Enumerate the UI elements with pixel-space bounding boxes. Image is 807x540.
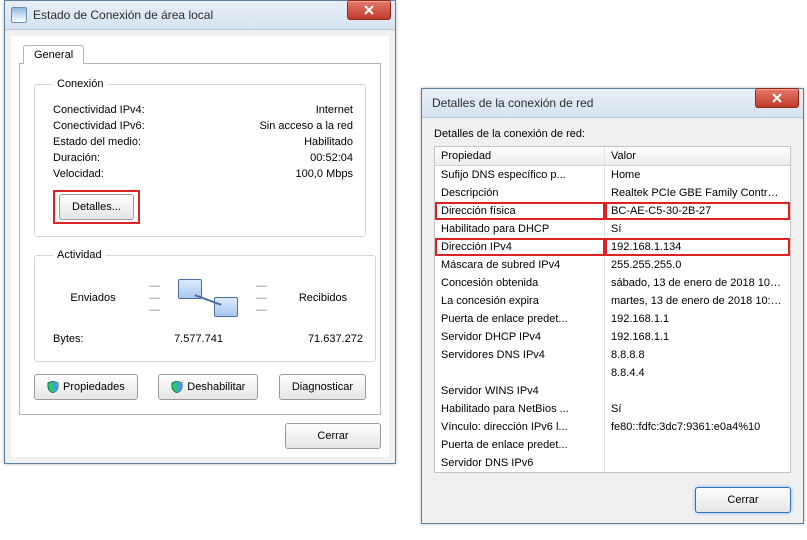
details-row-key: Vínculo: dirección IPv6 l... xyxy=(435,418,605,436)
status-row: Estado del medio: Habilitado xyxy=(53,136,353,148)
close-button[interactable] xyxy=(755,88,799,108)
details-row-key: Servidor DNS IPv6 xyxy=(435,454,605,472)
tab-panel: Conexión Conectividad IPv4:InternetConec… xyxy=(19,63,381,415)
properties-button-label: Propiedades xyxy=(63,381,125,393)
col-header-value[interactable]: Valor xyxy=(605,147,790,166)
details-button[interactable]: Detalles... xyxy=(59,194,134,220)
details-row-key: Habilitado para NetBios ... xyxy=(435,400,605,418)
diagnose-button-label: Diagnosticar xyxy=(292,381,353,393)
status-row: Velocidad: 100,0 Mbps xyxy=(53,168,353,180)
details-row-val: Realtek PCIe GBE Family Controller xyxy=(605,184,790,202)
sent-bytes: 7.577.741 xyxy=(113,333,223,345)
details-row-val xyxy=(605,382,790,400)
status-row: Duración: 00:52:04 xyxy=(53,152,353,164)
details-row-key: La concesión expira xyxy=(435,292,605,310)
status-row: Conectividad IPv6: Sin acceso a la red xyxy=(53,120,353,132)
details-row-val: 255.255.255.0 xyxy=(605,256,790,274)
details-heading: Detalles de la conexión de red: xyxy=(434,128,791,140)
details-row-key: Servidor DHCP IPv4 xyxy=(435,328,605,346)
details-row-key: Puerta de enlace predet... xyxy=(435,310,605,328)
disable-button[interactable]: Deshabilitar xyxy=(158,374,258,400)
tab-strip: General xyxy=(23,44,381,63)
properties-button[interactable]: Propiedades xyxy=(34,374,138,400)
details-row-val: 192.168.1.134 xyxy=(605,238,790,256)
details-row-val: Sí xyxy=(605,220,790,238)
sent-label: Enviados xyxy=(53,292,133,304)
details-row-key: Servidores DNS IPv4 xyxy=(435,346,605,364)
details-row-key: Dirección física xyxy=(435,202,605,220)
bytes-label: Bytes: xyxy=(53,333,113,345)
group-connection: Conexión Conectividad IPv4:InternetConec… xyxy=(34,78,366,237)
recv-label: Recibidos xyxy=(283,292,363,304)
details-row-key: Descripción xyxy=(435,184,605,202)
close-icon xyxy=(772,93,782,103)
highlight-details: Detalles... xyxy=(53,190,140,224)
group-activity: Actividad Enviados — — — — — — Recibidos… xyxy=(34,249,376,362)
close-button[interactable] xyxy=(347,0,391,20)
details-row-val: Sí xyxy=(605,400,790,418)
group-activity-legend: Actividad xyxy=(53,249,106,261)
details-row-key: Concesión obtenida xyxy=(435,274,605,292)
details-row-val: Home xyxy=(605,166,790,184)
details-row-val: 192.168.1.1 xyxy=(605,328,790,346)
details-row-key: Sufijo DNS específico p... xyxy=(435,166,605,184)
details-row-val: 192.168.1.1 xyxy=(605,310,790,328)
col-header-property[interactable]: Propiedad xyxy=(435,147,605,166)
network-icon xyxy=(11,7,27,23)
details-table: Propiedad Valor Sufijo DNS específico p.… xyxy=(434,146,791,473)
status-row-val: Habilitado xyxy=(304,136,353,148)
tab-general[interactable]: General xyxy=(23,45,84,64)
details-titlebar[interactable]: Detalles de la conexión de red xyxy=(422,89,803,118)
status-row-key: Estado del medio: xyxy=(53,136,141,148)
disable-button-label: Deshabilitar xyxy=(187,381,245,393)
details-row-val: 8.8.4.4 xyxy=(605,364,790,382)
details-row-val: BC-AE-C5-30-2B-27 xyxy=(605,202,790,220)
network-diagram-icon xyxy=(176,277,240,319)
details-row-val: martes, 13 de enero de 2018 10:03:58 xyxy=(605,292,790,310)
status-row-key: Velocidad: xyxy=(53,168,104,180)
status-row-key: Conectividad IPv6: xyxy=(53,120,145,132)
close-button-footer[interactable]: Cerrar xyxy=(285,423,381,449)
close-button-footer[interactable]: Cerrar xyxy=(695,487,791,513)
details-row-val xyxy=(605,436,790,454)
status-row-val: Internet xyxy=(316,104,353,116)
status-row-key: Conectividad IPv4: xyxy=(53,104,145,116)
status-row: Conectividad IPv4: Internet xyxy=(53,104,353,116)
details-row-key: Máscara de subred IPv4 xyxy=(435,256,605,274)
diagnose-button[interactable]: Diagnosticar xyxy=(279,374,366,400)
details-row-key: Puerta de enlace predet... xyxy=(435,436,605,454)
group-connection-legend: Conexión xyxy=(53,78,107,90)
dash-right: — — — xyxy=(250,280,273,316)
details-window: Detalles de la conexión de red Detalles … xyxy=(421,88,804,524)
details-row-val: fe80::fdfc:3dc7:9361:e0a4%10 xyxy=(605,418,790,436)
shield-icon xyxy=(47,381,59,393)
status-window: Estado de Conexión de área local General… xyxy=(4,0,396,464)
details-row-key: Habilitado para DHCP xyxy=(435,220,605,238)
status-row-val: Sin acceso a la red xyxy=(259,120,353,132)
recv-bytes: 71.637.272 xyxy=(223,333,363,345)
shield-icon xyxy=(171,381,183,393)
details-row-key xyxy=(435,364,605,382)
details-row-val xyxy=(605,454,790,472)
status-row-val: 100,0 Mbps xyxy=(296,168,353,180)
status-row-val: 00:52:04 xyxy=(310,152,353,164)
status-row-key: Duración: xyxy=(53,152,100,164)
details-row-val: 8.8.8.8 xyxy=(605,346,790,364)
close-icon xyxy=(364,5,374,15)
details-row-key: Servidor WINS IPv4 xyxy=(435,382,605,400)
status-titlebar[interactable]: Estado de Conexión de área local xyxy=(5,1,395,30)
status-title: Estado de Conexión de área local xyxy=(33,8,391,22)
details-row-val: sábado, 13 de enero de 2018 10:03:58 xyxy=(605,274,790,292)
details-row-key: Dirección IPv4 xyxy=(435,238,605,256)
details-title: Detalles de la conexión de red xyxy=(428,96,799,110)
dash-left: — — — xyxy=(143,280,166,316)
